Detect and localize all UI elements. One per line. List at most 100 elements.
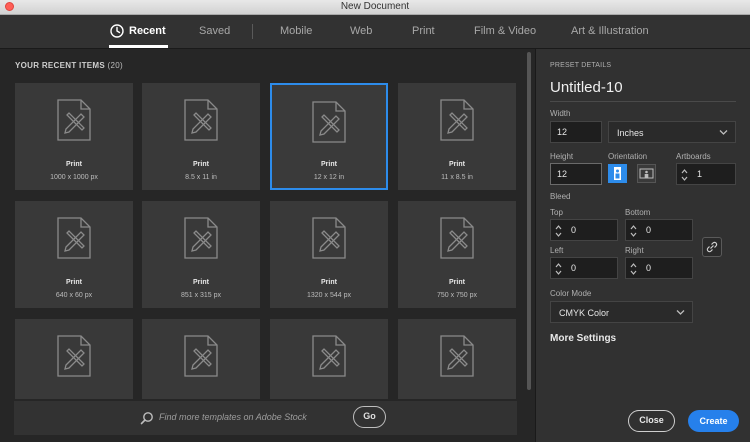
window-title: New Document: [340, 1, 410, 12]
document-icon: [312, 217, 346, 259]
height-field[interactable]: 12: [550, 163, 602, 185]
landscape-orientation-button[interactable]: [637, 164, 656, 183]
document-name-input[interactable]: Untitled-10: [550, 79, 623, 96]
recent-item-size: 1320 x 544 px: [307, 292, 351, 299]
recent-item-card[interactable]: [15, 319, 133, 399]
recent-item-type: Print: [193, 279, 209, 286]
bleed-left-value: 0: [571, 263, 577, 273]
recent-item-card[interactable]: Print 750 x 750 px: [398, 201, 516, 308]
document-icon: [57, 335, 91, 377]
tab-saved[interactable]: Saved: [199, 15, 230, 48]
clock-icon: [110, 24, 124, 38]
recent-item-size: 750 x 750 px: [436, 292, 478, 299]
window-titlebar: New Document: [0, 0, 750, 15]
recent-items-panel: YOUR RECENT ITEMS (20) Print 1000 x 1000 …: [0, 49, 535, 442]
bleed-bottom-field[interactable]: 0: [625, 219, 693, 241]
recent-item-card[interactable]: Print 11 x 8.5 in: [398, 83, 516, 190]
recent-item-size: 8.5 x 11 in: [185, 174, 217, 181]
recent-item-type: Print: [66, 279, 82, 286]
width-field[interactable]: 12: [550, 121, 602, 143]
tab-mobile[interactable]: Mobile: [280, 15, 312, 48]
recent-item-card[interactable]: [398, 319, 516, 399]
document-icon: [312, 101, 346, 143]
recent-item-size: 640 x 60 px: [55, 292, 93, 299]
recent-item-type: Print: [321, 161, 337, 168]
bleed-right-stepper-icon[interactable]: [629, 260, 638, 278]
color-mode-label: Color Mode: [550, 289, 592, 298]
document-icon: [57, 99, 91, 141]
bleed-top-value: 0: [571, 225, 577, 235]
recent-item-type: Print: [193, 161, 209, 168]
tab-film-video[interactable]: Film & Video: [474, 15, 536, 48]
bleed-top-stepper-icon[interactable]: [554, 222, 563, 240]
close-button[interactable]: Close: [628, 410, 675, 432]
recent-item-type: Print: [321, 279, 337, 286]
height-value: 12: [557, 169, 568, 179]
recent-item-card[interactable]: Print 1320 x 544 px: [270, 201, 388, 308]
document-icon: [184, 335, 218, 377]
stock-search-input[interactable]: Find more templates on Adobe Stock: [159, 412, 307, 422]
recent-items-count: (20): [107, 61, 123, 70]
document-icon: [440, 217, 474, 259]
recent-item-size: 12 x 12 in: [313, 174, 345, 181]
bleed-bottom-stepper-icon[interactable]: [629, 222, 638, 240]
recent-item-card[interactable]: Print 12 x 12 in: [270, 83, 388, 190]
bleed-left-field[interactable]: 0: [550, 257, 618, 279]
recent-item-type: Print: [66, 161, 82, 168]
portrait-orientation-button[interactable]: [608, 164, 627, 183]
chevron-down-icon: [676, 310, 685, 315]
recent-item-size: 851 x 315 px: [180, 292, 222, 299]
color-mode-value: CMYK Color: [559, 308, 610, 318]
create-button[interactable]: Create: [688, 410, 739, 432]
units-value: Inches: [617, 128, 644, 138]
preset-details-heading: PRESET DETAILS: [550, 62, 612, 69]
link-icon: [706, 241, 718, 253]
preset-details-panel: PRESET DETAILS Untitled-10 Width 12 Inch…: [535, 49, 750, 442]
document-icon: [312, 335, 346, 377]
document-icon: [440, 335, 474, 377]
artboards-value: 1: [697, 169, 703, 179]
recent-item-type: Print: [449, 279, 465, 286]
recent-items-title: YOUR RECENT ITEMS: [15, 61, 105, 70]
bleed-right-value: 0: [646, 263, 652, 273]
width-value: 12: [557, 127, 568, 137]
units-dropdown[interactable]: Inches: [608, 121, 736, 143]
recent-item-card[interactable]: Print 640 x 60 px: [15, 201, 133, 308]
artboards-stepper-icon[interactable]: [680, 166, 689, 184]
recent-item-card[interactable]: [270, 319, 388, 399]
bleed-right-field[interactable]: 0: [625, 257, 693, 279]
more-settings-link[interactable]: More Settings: [550, 333, 616, 344]
bleed-left-label: Left: [550, 246, 564, 255]
recent-item-card[interactable]: Print 8.5 x 11 in: [142, 83, 260, 190]
bleed-label: Bleed: [550, 192, 571, 201]
document-icon: [440, 99, 474, 141]
tab-web[interactable]: Web: [350, 15, 372, 48]
document-name-underline: [550, 101, 736, 102]
bleed-top-field[interactable]: 0: [550, 219, 618, 241]
tab-print[interactable]: Print: [412, 15, 435, 48]
landscape-icon: [639, 168, 654, 179]
recent-items-heading: YOUR RECENT ITEMS (20): [15, 61, 123, 70]
color-mode-dropdown[interactable]: CMYK Color: [550, 301, 693, 323]
artboards-field[interactable]: 1: [676, 163, 736, 185]
bleed-right-label: Right: [625, 246, 644, 255]
search-icon: [140, 412, 153, 425]
recent-item-size: 11 x 8.5 in: [441, 174, 473, 181]
tab-recent[interactable]: Recent: [109, 15, 168, 48]
bleed-top-label: Top: [550, 208, 563, 217]
link-bleed-button[interactable]: [702, 237, 722, 257]
portrait-icon: [614, 167, 621, 180]
scrollbar[interactable]: [527, 52, 531, 390]
go-button[interactable]: Go: [353, 406, 386, 428]
category-nav: Recent Saved Mobile Web Print Film & Vid…: [0, 15, 750, 49]
recent-item-card[interactable]: Print 851 x 315 px: [142, 201, 260, 308]
document-icon: [184, 217, 218, 259]
artboards-label: Artboards: [676, 152, 711, 161]
stock-search-bar[interactable]: Find more templates on Adobe Stock Go: [14, 401, 517, 435]
recent-item-card[interactable]: [142, 319, 260, 399]
orientation-label: Orientation: [608, 152, 648, 161]
recent-item-card[interactable]: Print 1000 x 1000 px: [15, 83, 133, 190]
bleed-bottom-label: Bottom: [625, 208, 651, 217]
bleed-left-stepper-icon[interactable]: [554, 260, 563, 278]
tab-art-illustration[interactable]: Art & Illustration: [571, 15, 649, 48]
